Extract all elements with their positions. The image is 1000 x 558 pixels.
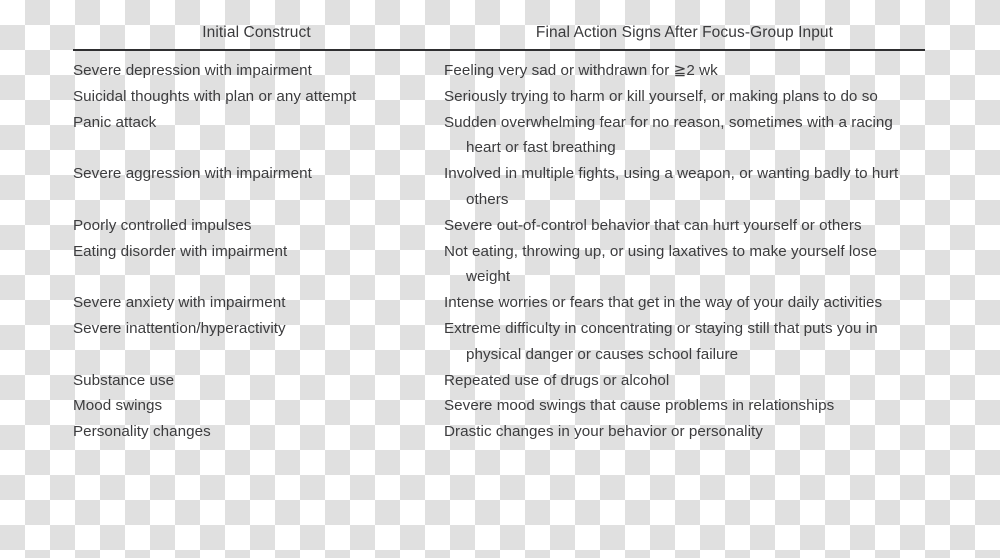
cell-final-action-sign: Sudden overwhelming fear for no reason, …	[444, 113, 893, 157]
cell-initial-construct: Panic attack	[73, 113, 157, 131]
cell-final-action-sign: Feeling very sad or withdrawn for ≧2 wk	[444, 62, 718, 79]
cell-final-action-sign: Intense worries or fears that get in the…	[444, 294, 883, 312]
table-header-row: Initial Construct Final Action Signs Aft…	[73, 22, 925, 48]
cell-initial-construct: Suicidal thoughts with plan or any attem…	[73, 87, 357, 105]
cell-initial-construct: Substance use	[73, 371, 175, 389]
table-row: Severe anxiety with impairment Intense wo…	[73, 290, 925, 316]
cell-final-action-sign: Seriously trying to harm or kill yoursel…	[444, 87, 878, 105]
cell-initial-construct: Eating disorder with impairment	[73, 242, 288, 260]
table-row: Severe aggression with impairment Involve…	[73, 161, 925, 213]
column-header-final-action-signs: Final Action Signs After Focus-Group Inp…	[535, 24, 834, 41]
cell-final-action-sign: Drastic changes in your behavior or pers…	[444, 423, 763, 441]
table-row: Severe inattention/hyperactivity Extreme …	[73, 316, 925, 368]
table-row: Substance use Repeated use of drugs or al…	[73, 368, 925, 394]
table-row: Eating disorder with impairment Not eatin…	[73, 239, 925, 291]
cell-final-action-sign: Involved in multiple fights, using a wea…	[444, 165, 899, 208]
cell-initial-construct: Severe aggression with impairment	[73, 165, 312, 183]
cell-initial-construct: Mood swings	[73, 397, 163, 415]
action-signs-table: Initial Construct Final Action Signs Aft…	[0, 0, 1000, 558]
cell-initial-construct: Poorly controlled impulses	[73, 216, 252, 234]
table-row: Poorly controlled impulses Severe out-of-…	[73, 213, 925, 239]
cell-final-action-sign: Extreme difficulty in concentrating or s…	[444, 319, 878, 363]
table-row: Mood swings Severe mood swings that cause…	[73, 393, 925, 419]
cell-initial-construct: Personality changes	[73, 423, 211, 441]
cell-initial-construct: Severe depression with impairment	[73, 62, 312, 79]
table-body: Severe depression with impairment Feeling…	[73, 51, 925, 445]
cell-final-action-sign: Not eating, throwing up, or using laxati…	[444, 242, 877, 286]
cell-final-action-sign: Severe mood swings that cause problems i…	[444, 397, 835, 415]
column-header-initial-construct: Initial Construct	[202, 24, 311, 41]
cell-initial-construct: Severe inattention/hyperactivity	[73, 319, 286, 337]
table-container: Initial Construct Final Action Signs Aft…	[73, 22, 925, 445]
table-row: Personality changes Drastic changes in yo…	[73, 419, 925, 445]
cell-final-action-sign: Repeated use of drugs or alcohol	[444, 371, 670, 389]
table-row: Panic attack Sudden overwhelming fear for…	[73, 110, 925, 162]
table-row: Suicidal thoughts with plan or any attem…	[73, 84, 925, 110]
cell-final-action-sign: Severe out-of-control behavior that can …	[444, 216, 862, 234]
cell-initial-construct: Severe anxiety with impairment	[73, 294, 286, 312]
table-row: Severe depression with impairment Feeling…	[73, 58, 925, 84]
